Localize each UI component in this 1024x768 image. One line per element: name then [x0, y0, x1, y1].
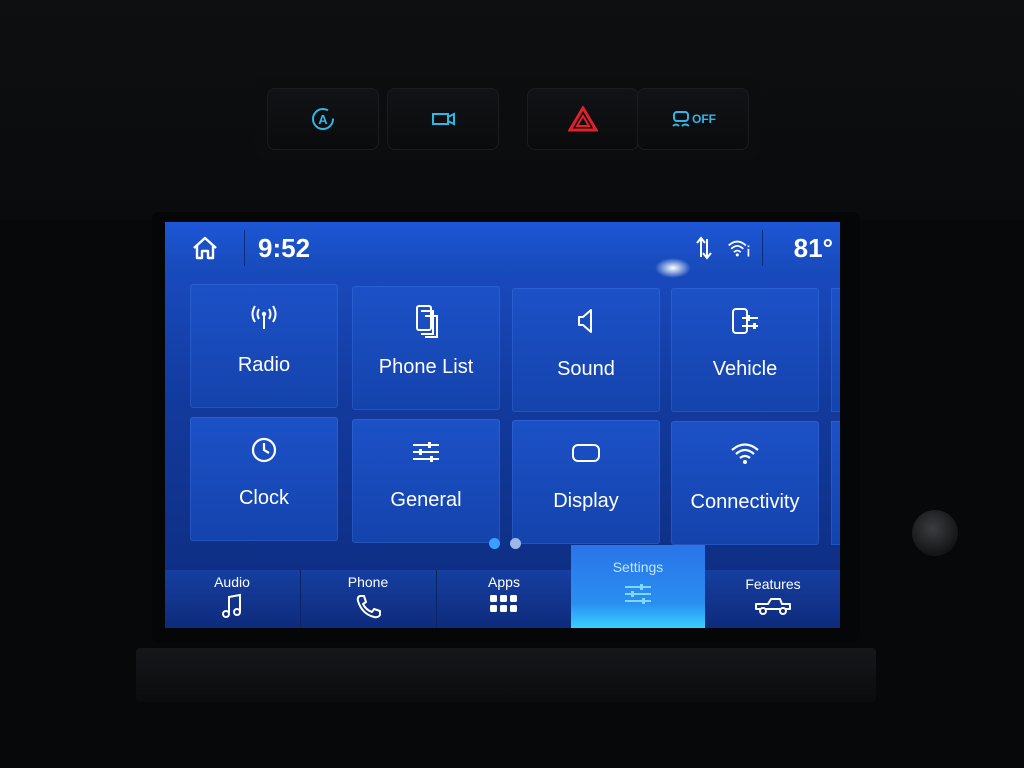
traction-control-off-icon	[672, 111, 690, 127]
nav-settings[interactable]: Settings	[571, 545, 705, 628]
tile-general[interactable]: General	[352, 419, 500, 543]
hazard-triangle-icon	[568, 106, 598, 132]
tile-label: Radio	[237, 354, 291, 376]
vehicle-settings-icon	[671, 306, 819, 338]
tile-connectivity[interactable]: Connectivity	[671, 421, 819, 545]
camera-icon	[432, 112, 455, 126]
display-icon	[512, 438, 660, 470]
nav-label: Phone	[347, 574, 389, 590]
tile-label: Phone List	[378, 356, 474, 378]
tile-label: Clock	[238, 487, 289, 509]
nav-audio[interactable]: Audio	[165, 570, 299, 628]
clock-icon	[190, 435, 338, 467]
traction-control-off-button[interactable]: OFF	[637, 88, 749, 150]
tile-vehicle[interactable]: Vehicle	[671, 288, 819, 412]
auto-start-stop-button[interactable]: A	[267, 88, 379, 150]
nav-label: Features	[745, 576, 801, 592]
phone-list-icon	[352, 304, 500, 338]
music-note-icon	[165, 593, 299, 619]
page-dot-inactive[interactable]	[510, 538, 521, 549]
dashboard-ledge	[136, 648, 876, 702]
nav-features[interactable]: Features	[706, 570, 840, 628]
data-transfer-icon	[692, 236, 716, 260]
outside-temperature: 81°	[793, 233, 833, 263]
status-divider	[762, 230, 763, 266]
screen-glare	[655, 258, 691, 278]
tile-clock[interactable]: Clock	[190, 417, 338, 541]
nav-label: Settings	[612, 559, 664, 575]
page-dot-active[interactable]	[489, 538, 500, 549]
phone-icon	[301, 593, 435, 619]
hazard-button[interactable]	[527, 88, 639, 150]
infotainment-screen: 9:52 81° Radio Phone List Sound Vehicle …	[165, 222, 840, 628]
nav-apps[interactable]: Apps	[437, 570, 571, 628]
volume-knob[interactable]	[912, 510, 958, 556]
nav-phone[interactable]: Phone	[301, 570, 435, 628]
tile-phone-list[interactable]: Phone List	[352, 286, 500, 410]
wifi-info-icon	[727, 236, 751, 260]
nav-label: Apps	[488, 574, 520, 590]
home-button[interactable]	[189, 233, 221, 263]
tile-label: General	[390, 489, 462, 511]
status-bar: 9:52 81°	[165, 222, 840, 274]
apps-grid-icon	[437, 593, 571, 615]
tile-label: Display	[553, 490, 619, 512]
settings-sliders-icon	[571, 581, 705, 607]
auto-start-stop-icon: A	[312, 108, 334, 130]
tile-radio[interactable]: Radio	[190, 284, 338, 408]
tile-label: Connectivity	[690, 491, 800, 513]
traction-off-label: OFF	[692, 112, 716, 126]
tile-display[interactable]: Display	[512, 420, 660, 544]
tile-label: Vehicle	[712, 358, 778, 380]
truck-icon	[706, 595, 840, 617]
tile-sound[interactable]: Sound	[512, 288, 660, 412]
status-divider	[244, 230, 245, 266]
next-page-tile-edge	[831, 421, 840, 545]
status-time: 9:52	[258, 233, 311, 263]
nav-label: Audio	[214, 574, 250, 590]
home-icon	[193, 236, 217, 260]
sliders-icon	[352, 437, 500, 469]
speaker-icon	[512, 306, 660, 338]
svg-text:A: A	[318, 112, 328, 127]
tile-label: Sound	[557, 358, 615, 380]
radio-antenna-icon	[190, 302, 338, 334]
hardware-button-strip: A OFF	[255, 78, 760, 160]
camera-button[interactable]	[387, 88, 499, 150]
next-page-tile-edge	[831, 288, 840, 412]
wifi-icon	[671, 439, 819, 471]
